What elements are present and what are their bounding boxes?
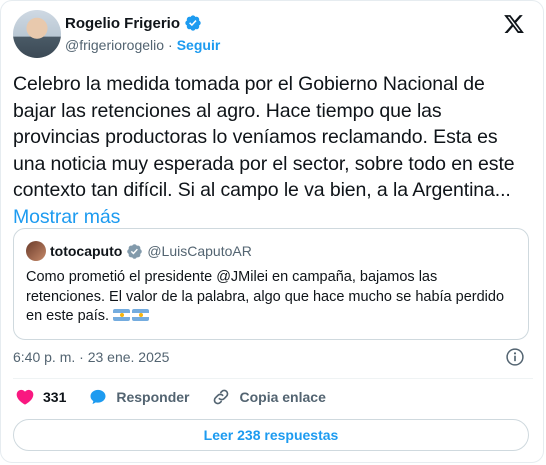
post-card: Rogelio Frigerio @frigeriorogelio · Segu… [0, 0, 544, 463]
post-timestamp[interactable]: 6:40 p. m. · 23 ene. 2025 [13, 349, 169, 365]
verified-badge-icon [185, 15, 201, 31]
link-icon [214, 389, 229, 405]
read-replies-button[interactable]: Leer 238 respuestas [13, 419, 529, 451]
post-text: Celebro la medida tomada por el Gobierno… [13, 73, 515, 201]
argentina-flag-icon [132, 309, 150, 321]
show-more-link[interactable]: Mostrar más [13, 206, 120, 228]
gray-verified-badge-icon [127, 243, 143, 259]
action-bar: 331 Responder Copia enlace [15, 387, 348, 407]
copy-link-button[interactable]: Copia enlace [211, 387, 326, 407]
author-avatar[interactable] [13, 10, 61, 58]
author-handle[interactable]: @frigeriorogelio [65, 37, 164, 53]
quoted-post-text-block: Como prometió el presidente @JMilei en c… [26, 268, 516, 327]
info-icon[interactable] [505, 347, 525, 367]
argentina-flag-icon [113, 309, 131, 321]
reply-button[interactable]: Responder [88, 387, 189, 407]
quoted-author-avatar [26, 241, 46, 261]
author-handle-row: @frigeriorogelio · Seguir [65, 37, 220, 53]
quoted-post-text: Como prometió el presidente @JMilei en c… [26, 269, 505, 324]
reply-label: Responder [116, 389, 190, 405]
follow-button[interactable]: Seguir [177, 37, 221, 53]
post-text-block: Celebro la medida tomada por el Gobierno… [13, 71, 531, 230]
separator-dot: · [168, 37, 173, 53]
divider [13, 378, 533, 379]
quoted-author-handle: @LuisCaputoAR [147, 243, 252, 259]
quoted-post-header: totocaputo @LuisCaputoAR [26, 241, 252, 261]
like-button[interactable]: 331 [15, 387, 66, 407]
quoted-author-name: totocaputo [50, 243, 123, 259]
reply-bubble-icon [90, 389, 106, 405]
like-count: 331 [43, 389, 67, 405]
x-logo-icon[interactable] [503, 13, 525, 35]
author-name-row: Rogelio Frigerio [65, 14, 202, 32]
quoted-post[interactable]: totocaputo @LuisCaputoAR Como prometió e… [13, 228, 529, 340]
author-name[interactable]: Rogelio Frigerio [65, 15, 180, 32]
heart-icon [16, 389, 34, 405]
copy-link-label: Copia enlace [239, 389, 326, 405]
